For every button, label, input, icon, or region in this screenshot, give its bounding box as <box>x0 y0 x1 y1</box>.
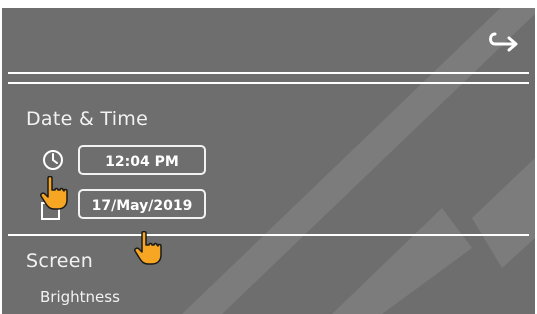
date-field[interactable]: 17/May/2019 <box>78 189 206 219</box>
screen-section-title: Screen <box>26 250 94 272</box>
section-divider <box>8 234 529 236</box>
header-divider-top <box>8 72 529 74</box>
header-divider-bottom <box>8 82 529 84</box>
settings-panel: Date & Time 12:04 PM 17/May/2019 Screen … <box>2 8 535 314</box>
return-arrow-icon <box>489 32 518 52</box>
pointer-cursor-icon <box>40 176 68 210</box>
brightness-label[interactable]: Brightness <box>40 288 120 306</box>
clock-icon <box>42 149 64 175</box>
time-field[interactable]: 12:04 PM <box>78 145 206 175</box>
date-time-section-title: Date & Time <box>26 108 149 130</box>
back-button[interactable] <box>485 30 521 58</box>
pointer-cursor-icon <box>134 231 162 265</box>
